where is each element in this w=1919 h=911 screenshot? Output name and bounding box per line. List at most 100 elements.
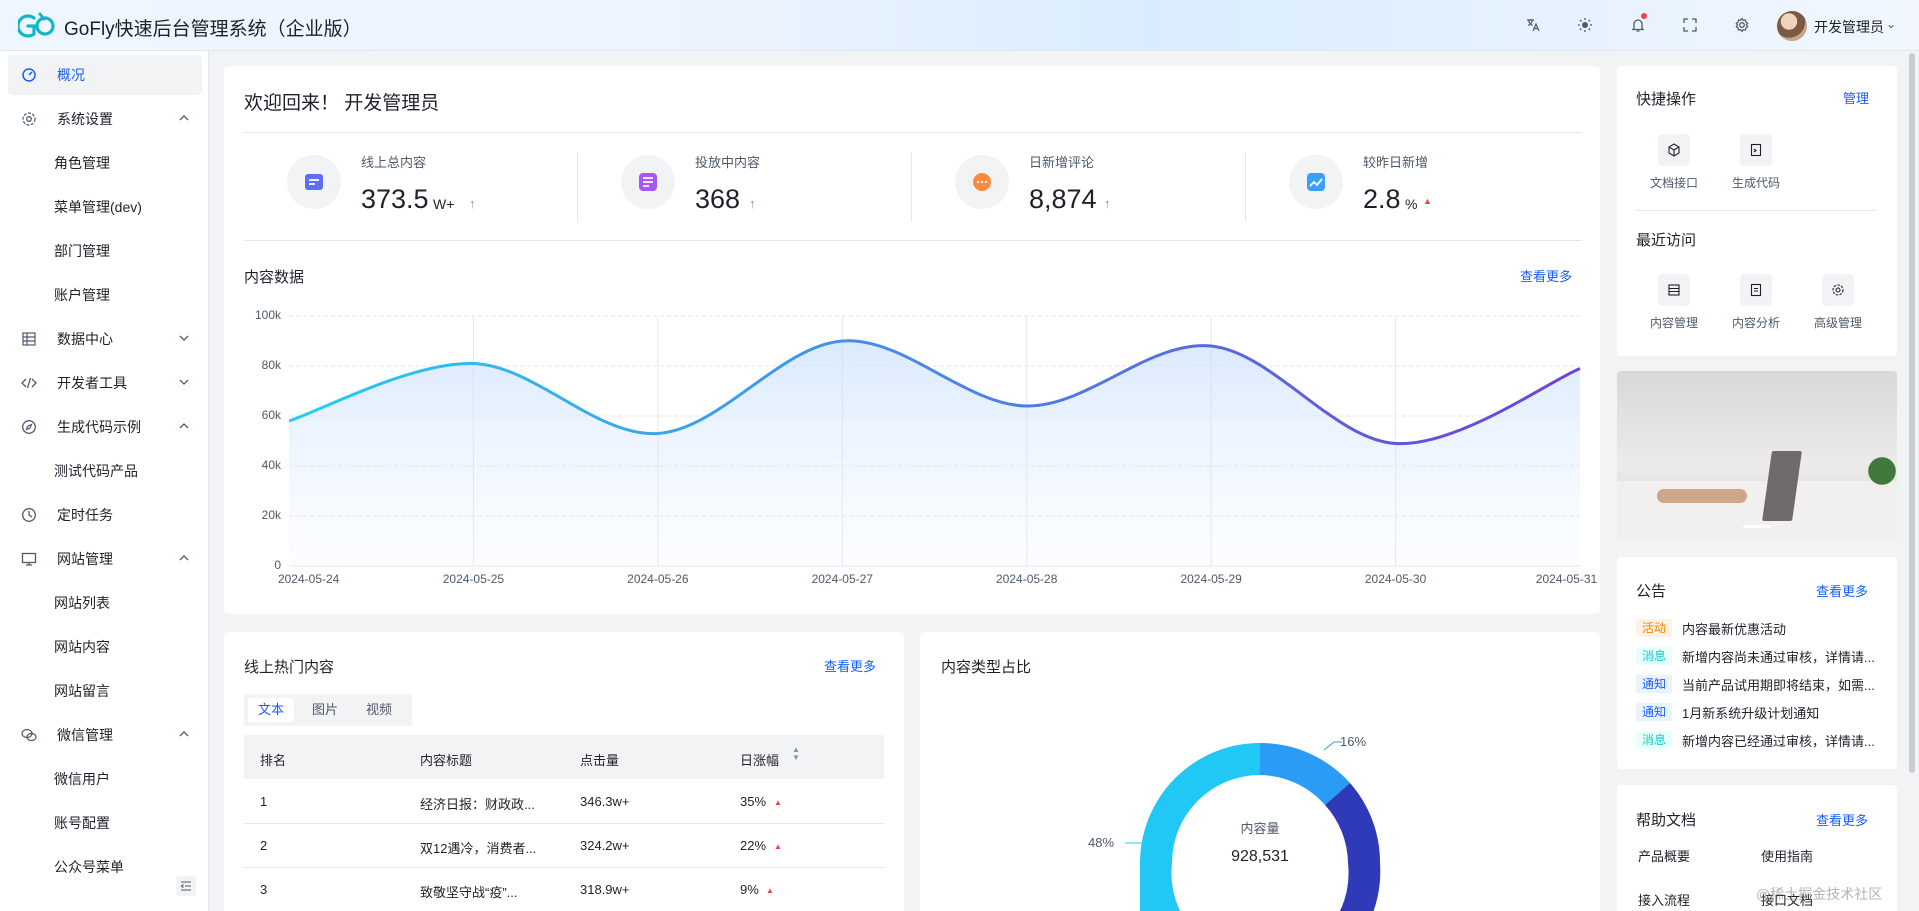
notice-more-link[interactable]: 查看更多 — [1816, 581, 1868, 600]
collapse-icon — [180, 881, 191, 891]
divider — [244, 240, 1582, 241]
notice-text: 内容最新优惠活动 — [1682, 621, 1787, 637]
sidebar-item-label: 部门管理 — [54, 243, 110, 259]
notice-tag: 消息 — [1636, 647, 1673, 665]
y-tick-label: 80k — [261, 358, 281, 372]
sort-icon[interactable]: ▲ ▼ — [792, 746, 800, 762]
help-docs-more-link[interactable]: 查看更多 — [1816, 810, 1868, 829]
tab-image[interactable]: 图片 — [302, 698, 348, 722]
stat-value: 8,874 — [1029, 184, 1097, 214]
recent-advanced-mgmt[interactable]: 高级管理 — [1808, 274, 1868, 331]
quick-ops-title: 快捷操作 — [1636, 91, 1697, 108]
sidebar-item-account-config[interactable]: 账号配置 — [8, 803, 202, 843]
sidebar-item-label: 数据中心 — [57, 331, 113, 347]
user-name[interactable]: 开发管理员 — [1814, 17, 1884, 37]
sidebar-item-menus[interactable]: 菜单管理(dev) — [8, 187, 202, 227]
page-scrollbar[interactable] — [1909, 53, 1915, 773]
notification-dot — [1641, 13, 1647, 19]
sidebar-item-label: 角色管理 — [54, 155, 110, 171]
quick-op-label: 生成代码 — [1731, 176, 1780, 190]
cell-title[interactable]: 双12遇冷，消费者... — [420, 838, 536, 857]
avatar[interactable] — [1777, 11, 1807, 41]
cell-clicks: 318.9w+ — [580, 882, 630, 897]
sidebar-item-label: 开发者工具 — [57, 375, 127, 391]
table-header — [244, 735, 884, 779]
notice-text: 当前产品试用期即将结束，如需... — [1682, 677, 1875, 693]
sidebar-item-departments[interactable]: 部门管理 — [8, 231, 202, 271]
cell-title[interactable]: 致敬坚守战“疫”... — [420, 882, 518, 901]
y-tick-label: 100k — [254, 308, 281, 322]
column-header-clicks: 点击量 — [580, 753, 620, 768]
recent-content-mgmt[interactable]: 内容管理 — [1644, 274, 1704, 331]
sidebar-item-overview[interactable]: 概况 — [8, 55, 202, 95]
sidebar-item-wechat-mgmt[interactable]: 微信管理 — [8, 715, 202, 755]
cell-title[interactable]: 经济日报：财政政... — [420, 794, 535, 813]
donut-chart — [1125, 741, 1381, 911]
tab-video[interactable]: 视频 — [356, 698, 402, 722]
triangle-up-icon: ▲ — [1423, 196, 1432, 206]
notice-item[interactable]: 活动 内容最新优惠活动 — [1636, 618, 1786, 638]
cell-growth: 35% — [740, 794, 767, 809]
x-tick-label: 2024-05-26 — [627, 572, 689, 586]
recent-content-analysis[interactable]: 内容分析 — [1726, 274, 1786, 331]
hot-content-more-link[interactable]: 查看更多 — [824, 656, 876, 675]
sidebar-item-website-messages[interactable]: 网站留言 — [8, 671, 202, 711]
sidebar-item-test-products[interactable]: 测试代码产品 — [8, 451, 202, 491]
gofly-logo-icon — [18, 12, 55, 38]
code-icon — [21, 375, 37, 391]
settings-icon[interactable] — [1732, 15, 1752, 35]
stat-unit: W+ — [433, 196, 455, 212]
column-header-growth[interactable]: 日涨幅 — [740, 750, 779, 769]
y-tick-label: 0 — [274, 558, 281, 572]
notice-item[interactable]: 消息 新增内容尚未通过审核，详情请... — [1636, 646, 1875, 666]
carousel-indicator[interactable] — [1743, 525, 1771, 528]
sidebar-item-data-center[interactable]: 数据中心 — [8, 319, 202, 359]
doc-link-integration[interactable]: 接入流程 — [1638, 890, 1690, 909]
sidebar-item-label: 系统设置 — [57, 111, 113, 127]
arrow-up-icon: ↑ — [1104, 196, 1111, 211]
sidebar-item-dev-tools[interactable]: 开发者工具 — [8, 363, 202, 403]
quick-ops-manage-link[interactable]: 管理 — [1843, 88, 1869, 107]
tab-text[interactable]: 文本 — [248, 698, 295, 722]
quick-op-codegen[interactable]: 生成代码 — [1726, 134, 1786, 191]
sidebar-collapse-button[interactable] — [176, 876, 196, 896]
sidebar-item-label: 账号配置 — [54, 815, 110, 831]
welcome-title: 欢迎回来！ 开发管理员 — [244, 93, 440, 114]
fullscreen-icon[interactable] — [1680, 15, 1700, 35]
notice-item[interactable]: 通知 当前产品试用期即将结束，如需... — [1636, 674, 1875, 694]
notice-title: 公告 — [1636, 583, 1667, 600]
top-header: GoFly快速后台管理系统（企业版） 开发管理员 ⌄ — [0, 0, 1919, 51]
y-tick-label: 60k — [261, 408, 281, 422]
sidebar-item-website-mgmt[interactable]: 网站管理 — [8, 539, 202, 579]
sidebar-item-accounts[interactable]: 账户管理 — [8, 275, 202, 315]
stat-label: 投放中内容 — [695, 155, 761, 170]
notice-item[interactable]: 通知 1月新系统升级计划通知 — [1636, 702, 1819, 722]
content-data-more-link[interactable]: 查看更多 — [1520, 266, 1572, 285]
sidebar-item-system-settings[interactable]: 系统设置 — [8, 99, 202, 139]
sidebar-item-website-list[interactable]: 网站列表 — [8, 583, 202, 623]
doc-link-guide[interactable]: 使用指南 — [1761, 846, 1813, 865]
stat-value: 373.5 — [361, 184, 429, 214]
watermark: @稀土掘金技术社区 — [1756, 886, 1883, 902]
chevron-down-icon[interactable]: ⌄ — [1886, 17, 1896, 31]
sidebar-item-official-menu[interactable]: 公众号菜单 — [8, 847, 202, 887]
sidebar-item-website-content[interactable]: 网站内容 — [8, 627, 202, 667]
x-tick-label: 2024-05-29 — [1180, 572, 1242, 586]
sidebar-item-scheduled-tasks[interactable]: 定时任务 — [8, 495, 202, 535]
doc-link-overview[interactable]: 产品概要 — [1638, 846, 1690, 865]
file-code-icon — [1740, 134, 1772, 166]
sidebar-item-wechat-users[interactable]: 微信用户 — [8, 759, 202, 799]
theme-sun-icon[interactable] — [1575, 15, 1595, 35]
divider — [911, 152, 912, 222]
banner-image[interactable] — [1617, 371, 1897, 541]
quick-op-doc-api[interactable]: 文档接口 — [1644, 134, 1704, 191]
cell-rank: 3 — [260, 882, 268, 897]
notice-item[interactable]: 消息 新增内容已经通过审核，详情请... — [1636, 730, 1875, 750]
bell-icon[interactable] — [1628, 13, 1648, 35]
doc-icon — [1740, 274, 1772, 306]
translate-icon[interactable] — [1523, 15, 1543, 35]
chevron-down-icon — [179, 335, 189, 341]
sidebar-item-roles[interactable]: 角色管理 — [8, 143, 202, 183]
comment-icon — [973, 173, 991, 191]
sidebar-item-codegen-examples[interactable]: 生成代码示例 — [8, 407, 202, 447]
